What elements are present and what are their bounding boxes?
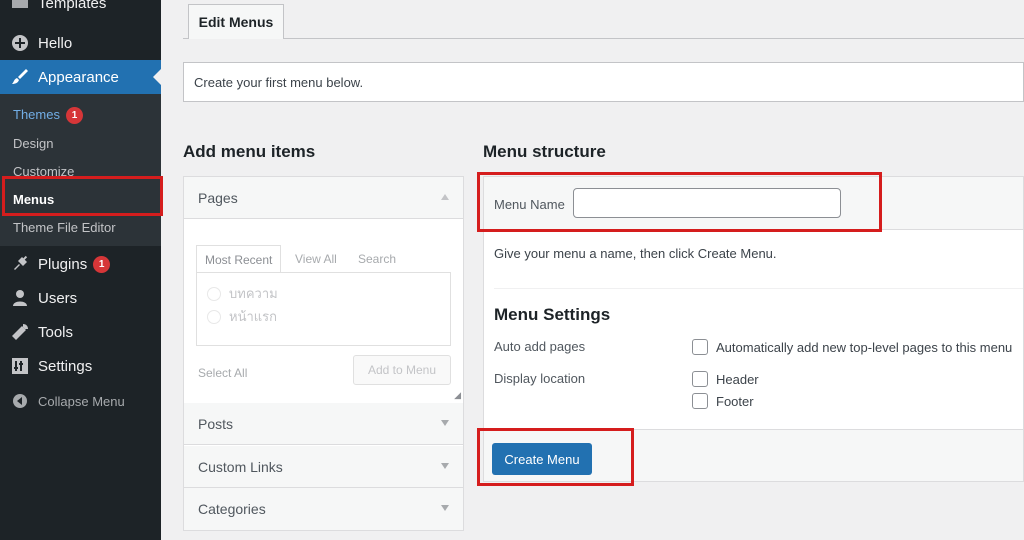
- section-label: Categories: [198, 501, 266, 517]
- sidebar-item-settings[interactable]: Settings: [0, 349, 161, 383]
- add-menu-items-title: Add menu items: [183, 142, 316, 161]
- section-label: Custom Links: [198, 458, 283, 475]
- admin-sidebar: Templates Hello Appearance Themes 1 Desig…: [0, 0, 161, 540]
- submenu-item-theme-file-editor[interactable]: Theme File Editor: [13, 220, 116, 235]
- menu-structure-panel: Menu Name Give your menu a name, then cl…: [483, 176, 1024, 482]
- update-count-badge: 1: [93, 255, 111, 273]
- sidebar-item-label: Collapse Menu: [38, 393, 125, 409]
- menu-structure-title: Menu structure: [483, 142, 606, 161]
- collapse-menu-button[interactable]: Collapse Menu: [0, 384, 161, 418]
- add-items-accordion: Pages Most Recent View All Search บทความ…: [183, 176, 464, 531]
- tab-bar-line: [183, 38, 1024, 39]
- sidebar-item-label: Plugins: [38, 255, 88, 273]
- pages-list-panel: บทความ หน้าแรก: [196, 272, 451, 346]
- collapse-arrow-icon: [10, 391, 30, 411]
- update-count-badge: 1: [65, 107, 83, 125]
- submenu-item-themes[interactable]: Themes 1: [13, 107, 83, 125]
- sidebar-item-tools[interactable]: Tools: [0, 315, 161, 349]
- sidebar-item-hello[interactable]: Hello: [0, 26, 161, 60]
- sidebar-item-label: Hello: [38, 34, 73, 52]
- appearance-submenu: Themes 1 Design Customize Menus Theme Fil…: [0, 94, 161, 246]
- templates-icon: [10, 0, 30, 13]
- submenu-item-design[interactable]: Design: [13, 136, 53, 151]
- categories-section-header[interactable]: Categories: [184, 488, 463, 530]
- menu-name-input[interactable]: [573, 188, 841, 218]
- tab-view-all[interactable]: View All: [287, 245, 345, 273]
- notice-text: Create your first menu below.: [194, 74, 364, 90]
- checkbox[interactable]: [207, 286, 221, 301]
- checkbox[interactable]: [207, 309, 221, 324]
- settings-sliders-icon: [10, 356, 30, 376]
- paintbrush-icon: [10, 67, 30, 87]
- section-label: Posts: [198, 415, 234, 432]
- auto-add-checkbox[interactable]: [692, 339, 708, 355]
- menu-hint-text: Give your menu a name, then click Create…: [494, 246, 777, 261]
- pages-section-header[interactable]: Pages: [184, 177, 463, 219]
- sidebar-item-plugins[interactable]: Plugins 1: [0, 247, 161, 281]
- sidebar-item-users[interactable]: Users: [0, 281, 161, 315]
- auto-add-pages-label: Auto add pages: [494, 339, 586, 354]
- display-location-label: Display location: [494, 371, 586, 386]
- menu-name-label: Menu Name: [494, 197, 565, 212]
- chevron-down-icon: [441, 505, 449, 511]
- sidebar-item-label: Settings: [38, 357, 93, 375]
- divider: [494, 288, 1023, 289]
- chevron-down-icon: [441, 463, 449, 469]
- submenu-item-menus[interactable]: Menus: [13, 192, 54, 207]
- page-label: บทความ: [229, 286, 278, 301]
- posts-section-header[interactable]: Posts: [184, 403, 463, 445]
- sidebar-item-appearance[interactable]: Appearance: [0, 60, 161, 94]
- add-to-menu-button[interactable]: Add to Menu: [353, 355, 451, 385]
- resize-handle-icon[interactable]: ◢: [454, 390, 461, 401]
- menu-footer-bar: Create Menu: [484, 429, 1023, 481]
- tab-most-recent[interactable]: Most Recent: [196, 245, 282, 273]
- section-label: Pages: [198, 189, 238, 206]
- location-header-option[interactable]: Header: [692, 371, 759, 387]
- menu-settings-title: Menu Settings: [494, 305, 611, 324]
- list-item[interactable]: หน้าแรก: [207, 306, 277, 327]
- plugin-icon: [10, 254, 30, 274]
- location-label: Footer: [716, 393, 754, 409]
- location-footer-option[interactable]: Footer: [692, 393, 754, 409]
- custom-links-section-header[interactable]: Custom Links: [184, 446, 463, 488]
- plus-circle-icon: [10, 33, 30, 53]
- chevron-down-icon: [441, 420, 449, 426]
- submenu-label: Themes: [13, 107, 60, 122]
- tab-search[interactable]: Search: [350, 245, 404, 273]
- sidebar-item-label: Templates: [38, 0, 107, 12]
- sidebar-item-label: Users: [38, 289, 78, 307]
- page-label: หน้าแรก: [229, 309, 277, 324]
- chevron-up-icon: [441, 194, 449, 200]
- auto-add-option-label: Automatically add new top-level pages to…: [716, 339, 1013, 355]
- notice-message: Create your first menu below.: [183, 62, 1024, 102]
- location-label: Header: [716, 371, 759, 387]
- pages-tabs: Most Recent View All Search: [196, 245, 451, 273]
- menu-name-bar: Menu Name: [484, 177, 1023, 230]
- wrench-icon: [10, 322, 30, 342]
- create-menu-button[interactable]: Create Menu: [492, 443, 592, 475]
- submenu-item-customize[interactable]: Customize: [13, 164, 74, 179]
- select-all-label[interactable]: Select All: [198, 366, 247, 380]
- footer-checkbox[interactable]: [692, 393, 708, 409]
- sidebar-item-label: Tools: [38, 323, 74, 341]
- header-checkbox[interactable]: [692, 371, 708, 387]
- sidebar-item-label: Appearance: [38, 68, 119, 86]
- sidebar-item-templates[interactable]: Templates: [0, 0, 161, 20]
- user-icon: [10, 288, 30, 308]
- list-item[interactable]: บทความ: [207, 283, 278, 304]
- auto-add-pages-option[interactable]: Automatically add new top-level pages to…: [692, 339, 1012, 355]
- tab-edit-menus[interactable]: Edit Menus: [188, 4, 284, 39]
